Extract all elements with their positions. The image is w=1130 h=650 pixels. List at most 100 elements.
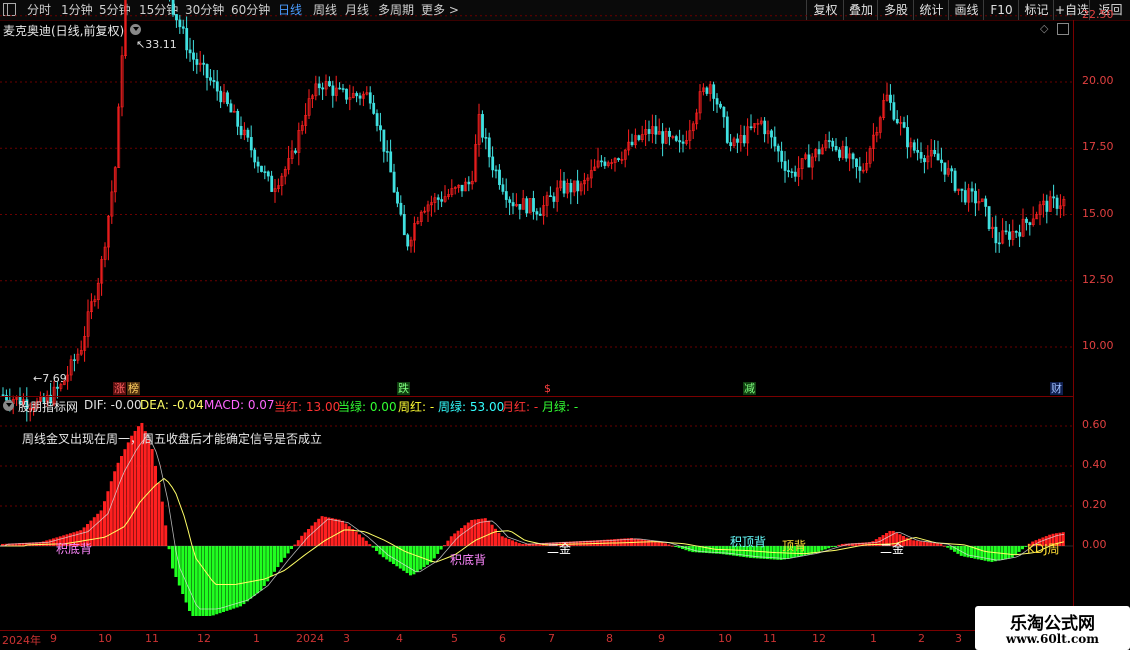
period-tab-10[interactable]: 更多 > <box>421 0 459 20</box>
indicator-tick-0: 0.60 <box>1082 418 1107 431</box>
candle-body-125 <box>426 204 430 212</box>
toolbar-button-4[interactable]: 画线 <box>948 0 984 20</box>
x-tick-6: 2024 <box>296 632 324 645</box>
macd-bar-34 <box>116 462 120 546</box>
macd-bar-294 <box>1000 546 1004 560</box>
event-tag-1[interactable]: 榜 <box>127 382 140 395</box>
candle-body-177 <box>603 161 607 166</box>
macd-bar-193 <box>657 541 661 546</box>
macd-bar-180 <box>613 539 616 546</box>
period-tab-6[interactable]: 日线 <box>278 0 302 20</box>
period-tab-7[interactable]: 周线 <box>313 0 337 20</box>
candle-body-81 <box>277 185 280 189</box>
candle-body-261 <box>889 94 892 103</box>
macd-bar-92 <box>313 522 317 546</box>
candle-body-34 <box>117 106 121 168</box>
legend-item-2: MACD: 0.07 <box>204 398 275 412</box>
panel-divider <box>0 396 1074 397</box>
candle-body-95 <box>324 81 328 90</box>
event-tag-2[interactable]: 跌 <box>397 382 410 395</box>
candle-body-275 <box>936 153 940 161</box>
candle-body-183 <box>623 149 627 160</box>
period-tab-8[interactable]: 月线 <box>345 0 369 20</box>
candle-body-155 <box>528 198 532 214</box>
toolbar-button-0[interactable]: 复权 <box>806 0 844 20</box>
toolbar-button-6[interactable]: 标记 <box>1018 0 1054 20</box>
candle-body-113 <box>385 151 389 153</box>
legend-item-8: 月绿: - <box>542 400 579 414</box>
macd-bar-225 <box>766 546 769 560</box>
macd-bar-7 <box>24 542 28 546</box>
toolbar-button-3[interactable]: 统计 <box>913 0 949 20</box>
period-tab-3[interactable]: 15分钟 <box>139 0 178 20</box>
diamond-icon[interactable]: ◇ <box>1040 22 1048 35</box>
macd-bar-284 <box>966 546 970 558</box>
macd-bar-247 <box>840 543 844 546</box>
candle-body-276 <box>940 159 943 164</box>
candle-body-278 <box>946 168 950 175</box>
period-tab-9[interactable]: 多周期 <box>378 0 414 20</box>
title-dropdown-icon[interactable] <box>130 24 141 35</box>
event-tag-0[interactable]: 涨 <box>113 382 126 395</box>
candle-body-28 <box>96 282 100 301</box>
macd-bar-68 <box>232 546 236 609</box>
period-tab-1[interactable]: 1分钟 <box>61 0 93 20</box>
candle-body-176 <box>600 160 603 163</box>
period-tab-4[interactable]: 30分钟 <box>185 0 224 20</box>
period-tab-2[interactable]: 5分钟 <box>99 0 131 20</box>
candle-body-192 <box>654 126 658 135</box>
candle-body-79 <box>270 175 274 192</box>
macd-bar-242 <box>823 546 827 550</box>
macd-bar-254 <box>864 542 868 546</box>
window-toggle-icon[interactable] <box>1057 23 1069 35</box>
candle-body-111 <box>379 125 382 131</box>
event-tag-4[interactable]: 减 <box>743 382 756 395</box>
macd-bar-38 <box>130 435 134 546</box>
period-tab-5[interactable]: 60分钟 <box>231 0 270 20</box>
macd-bar-63 <box>215 546 219 615</box>
price-tick-7: 12.50 <box>1082 272 1114 286</box>
candle-body-206 <box>702 87 705 92</box>
dif-line <box>0 433 1065 610</box>
toolbar-button-2[interactable]: 多股 <box>877 0 914 20</box>
candle-body-194 <box>661 131 665 144</box>
stock-title: 麦克奥迪(日线,前复权) <box>3 24 125 38</box>
macd-bar-205 <box>698 546 701 553</box>
macd-bar-158 <box>538 543 542 546</box>
macd-bar-99 <box>337 519 341 546</box>
candle-body-263 <box>895 118 899 124</box>
macd-bar-104 <box>354 531 358 546</box>
low-price-value: 7.69 <box>42 372 67 385</box>
candle-body-134 <box>457 184 461 188</box>
candle-body-234 <box>797 168 801 177</box>
toolbar-button-5[interactable]: F10 <box>983 0 1019 20</box>
macd-bar-79 <box>269 546 273 577</box>
macd-bar-286 <box>973 546 977 559</box>
macd-bar-142 <box>483 518 487 546</box>
macd-bar-87 <box>296 540 300 546</box>
candle-body-268 <box>912 142 916 151</box>
candle-body-260 <box>885 94 889 101</box>
candle-body-131 <box>447 194 450 197</box>
macd-bar-29 <box>99 510 103 546</box>
event-tag-5[interactable]: 财 <box>1050 382 1063 395</box>
candle-body-172 <box>586 177 590 181</box>
period-tab-0[interactable]: 分时 <box>27 0 51 20</box>
macd-bar-95 <box>324 516 327 546</box>
macd-bar-110 <box>375 546 378 551</box>
macd-bar-120 <box>409 546 412 576</box>
candle-body-61 <box>209 77 212 81</box>
macd-bar-31 <box>106 491 110 546</box>
macd-bar-152 <box>517 543 521 546</box>
panel-toggle-icon[interactable] <box>3 3 16 16</box>
signal-label-3: 积顶背 <box>730 535 767 549</box>
candle-body-295 <box>1004 230 1008 233</box>
candle-body-68 <box>232 110 236 113</box>
macd-bar-6 <box>21 542 25 546</box>
candle-body-285 <box>970 188 974 192</box>
candle-body-232 <box>790 171 794 173</box>
candle-body-173 <box>589 170 593 179</box>
toolbar-button-1[interactable]: 叠加 <box>843 0 878 20</box>
event-tag-3[interactable]: $ <box>543 382 552 395</box>
indicator-dropdown-icon[interactable] <box>3 400 14 411</box>
